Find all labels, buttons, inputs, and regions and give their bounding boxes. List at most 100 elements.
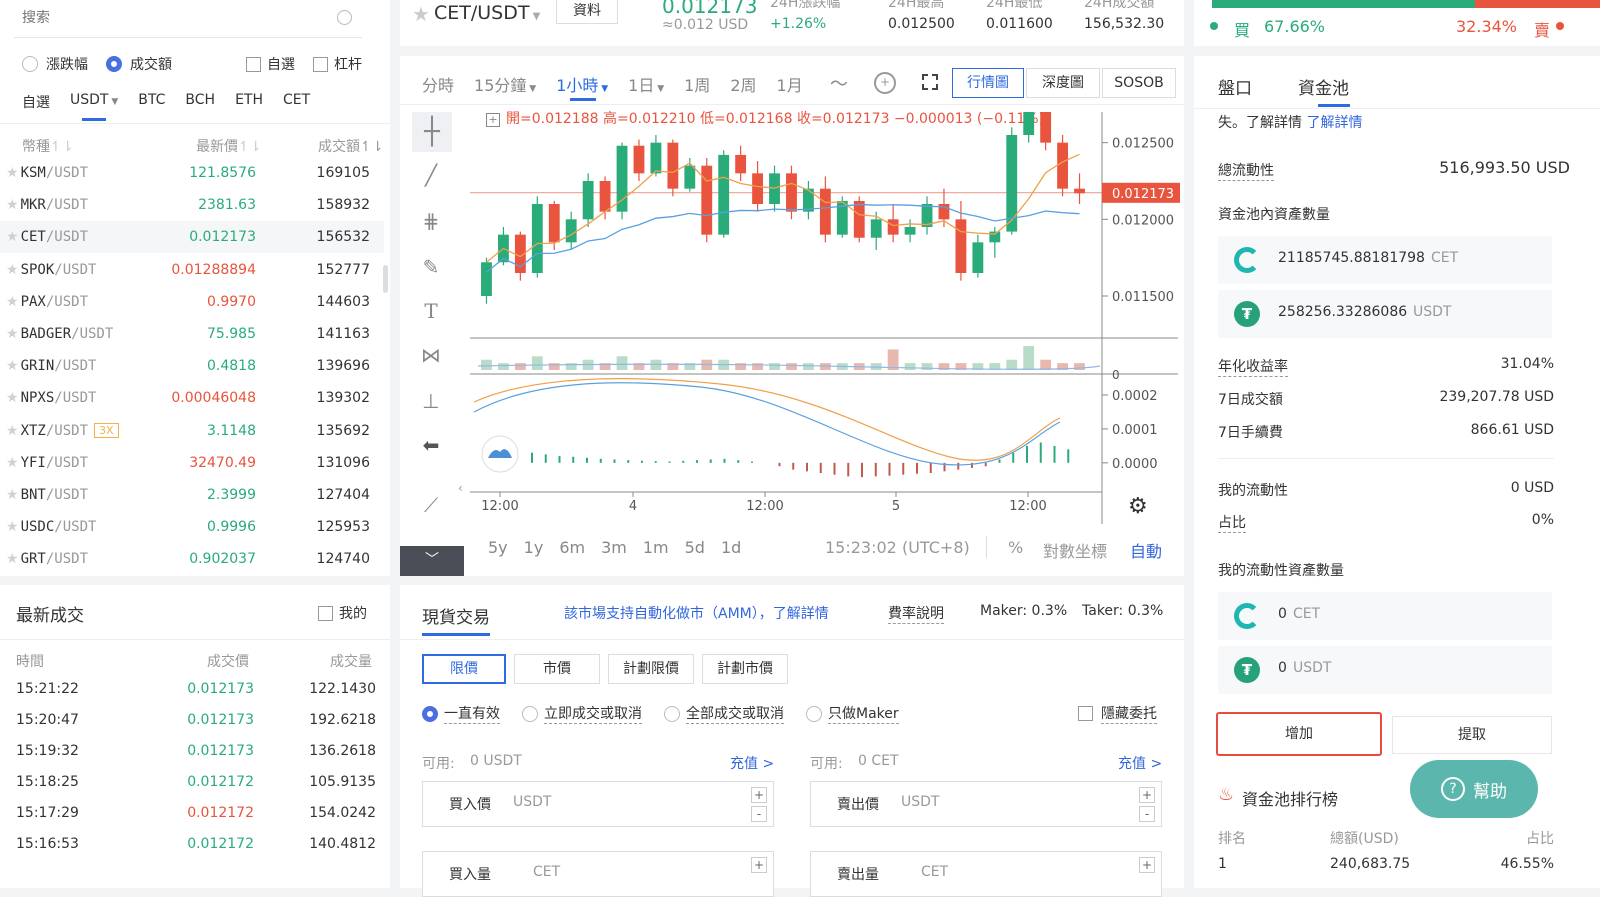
- market-row[interactable]: ★ NPXS/USDT 0.00046048 139302: [0, 382, 384, 414]
- help-button[interactable]: ? 幫助: [1410, 760, 1538, 818]
- market-row[interactable]: ★ KSM/USDT 121.8576 169105: [0, 157, 384, 189]
- header-volume[interactable]: 成交額↿⇂: [318, 136, 383, 156]
- tab-liquidity-pool[interactable]: 資金池: [1298, 74, 1350, 107]
- buy-price-field[interactable]: 買入價 USDT + -: [422, 781, 774, 827]
- favorite-star-icon[interactable]: ★: [6, 358, 19, 374]
- tif-radio[interactable]: [422, 705, 438, 722]
- add-liquidity-button[interactable]: 增加: [1216, 712, 1382, 756]
- favorite-star-icon[interactable]: ★: [6, 262, 19, 278]
- indicator-icon[interactable]: +: [874, 72, 896, 94]
- tab-usdt[interactable]: USDT ▼: [70, 92, 118, 121]
- withdraw-button[interactable]: 提取: [1392, 716, 1552, 754]
- order-type-tab[interactable]: 計劃限價: [608, 654, 694, 684]
- decrement-button[interactable]: -: [1139, 806, 1155, 822]
- spot-trade-tab[interactable]: 現貨交易: [422, 603, 490, 636]
- favorite-star-icon[interactable]: ★: [6, 294, 19, 310]
- market-row[interactable]: ★ XTZ/USDT 3X 3.1148 135692: [0, 415, 384, 447]
- settings-gear-icon[interactable]: ⚙: [1128, 494, 1148, 519]
- interval-tab[interactable]: 分時: [422, 72, 454, 98]
- rank-row[interactable]: 1 240,683.75 46.55%: [1218, 856, 1554, 880]
- pair-title[interactable]: CET/USDT ▼: [434, 2, 540, 24]
- scrollbar[interactable]: [383, 265, 388, 293]
- fib-tool-icon[interactable]: ⋕: [414, 204, 448, 238]
- order-type-tab[interactable]: 限價: [422, 654, 506, 684]
- view-tab[interactable]: 深度圖: [1026, 68, 1100, 98]
- market-row[interactable]: ★ YFI/USDT 32470.49 131096: [0, 447, 384, 479]
- search-input[interactable]: [14, 0, 314, 36]
- tif-radio[interactable]: [664, 705, 680, 722]
- favorite-star-icon[interactable]: ★: [6, 165, 19, 181]
- sell-amount-field[interactable]: 賣出量 CET +: [810, 851, 1162, 897]
- favorite-star-icon[interactable]: ★: [6, 551, 19, 567]
- fee-link[interactable]: 費率說明: [888, 603, 944, 624]
- range-tab[interactable]: 1y: [524, 538, 544, 557]
- buy-deposit-link[interactable]: 充值 >: [730, 753, 774, 773]
- volume-radio[interactable]: [106, 56, 122, 72]
- tab-orderbook[interactable]: 盤口: [1218, 74, 1252, 99]
- back-arrow-icon[interactable]: ⬅: [414, 428, 448, 462]
- favorite-star-icon[interactable]: ★: [6, 197, 19, 213]
- favorite-star-icon[interactable]: ★: [6, 390, 19, 406]
- change-radio[interactable]: [22, 56, 38, 72]
- log-scale-toggle[interactable]: 對數坐標: [1043, 538, 1107, 562]
- favorite-star-icon[interactable]: ★: [6, 326, 19, 342]
- chart-type-icon[interactable]: 〜: [830, 70, 848, 96]
- increment-button[interactable]: +: [751, 857, 767, 873]
- range-tab[interactable]: 5d: [685, 538, 705, 557]
- search-box[interactable]: [14, 0, 362, 38]
- info-button[interactable]: 資料: [556, 0, 618, 24]
- percent-toggle[interactable]: %: [1008, 538, 1023, 557]
- header-price[interactable]: 最新價↿⇂: [196, 136, 261, 156]
- market-row[interactable]: ★ BADGER/USDT 75.985 141163: [0, 318, 384, 350]
- search-icon[interactable]: [337, 10, 352, 25]
- header-pair[interactable]: 幣種↿⇂: [22, 136, 73, 156]
- tif-radio[interactable]: [522, 705, 538, 722]
- interval-tab[interactable]: 1月: [777, 72, 803, 98]
- trend-line-icon[interactable]: ╱: [414, 158, 448, 192]
- interval-tab[interactable]: 15分鐘 ▼: [474, 72, 536, 98]
- favorite-star-icon[interactable]: ★: [6, 519, 19, 535]
- text-tool-icon[interactable]: T: [414, 294, 448, 328]
- increment-button[interactable]: +: [1139, 857, 1155, 873]
- interval-tab[interactable]: 2周: [730, 72, 756, 98]
- learn-more-link[interactable]: 了解詳情: [1306, 115, 1362, 131]
- measure-icon[interactable]: ⊥: [414, 384, 448, 418]
- market-row[interactable]: ★ BNT/USDT 2.3999 127404: [0, 479, 384, 511]
- view-tab[interactable]: SOSOB: [1102, 68, 1176, 98]
- crosshair-icon[interactable]: ┼: [412, 112, 452, 152]
- ruler-icon[interactable]: ⟋: [414, 488, 448, 522]
- range-tab[interactable]: 6m: [559, 538, 585, 557]
- interval-tab[interactable]: 1日 ▼: [628, 72, 664, 98]
- leverage-checkbox[interactable]: [313, 56, 328, 72]
- brush-icon[interactable]: ✎: [414, 250, 448, 284]
- price-chart[interactable]: 0.012500 0.012000 0.011500 0.012173 0 0.0002 0…: [470, 112, 1184, 524]
- collapse-arrow-icon[interactable]: ‹: [458, 481, 463, 495]
- favorites-checkbox[interactable]: [246, 56, 261, 72]
- toolbar-collapse[interactable]: ﹀: [400, 546, 464, 576]
- tab-eth[interactable]: ETH: [235, 92, 263, 112]
- range-tab[interactable]: 5y: [488, 538, 508, 557]
- range-tab[interactable]: 3m: [601, 538, 627, 557]
- market-row[interactable]: ★ SPOK/USDT 0.01288894 152777: [0, 254, 384, 286]
- mine-checkbox[interactable]: [318, 605, 333, 621]
- favorite-star-icon[interactable]: ★: [412, 2, 430, 26]
- range-tab[interactable]: 1m: [643, 538, 669, 557]
- decrement-button[interactable]: -: [751, 806, 767, 822]
- market-row[interactable]: ★ MKR/USDT 2381.63 158932: [0, 189, 384, 221]
- sell-price-field[interactable]: 賣出價 USDT + -: [810, 781, 1162, 827]
- market-row[interactable]: ★ USDC/USDT 0.9996 125953: [0, 511, 384, 543]
- increment-button[interactable]: +: [751, 787, 767, 803]
- tab-bch[interactable]: BCH: [185, 92, 215, 112]
- market-row[interactable]: ★ GRIN/USDT 0.4818 139696: [0, 350, 384, 382]
- tab-favorites[interactable]: 自選: [22, 92, 50, 112]
- favorite-star-icon[interactable]: ★: [6, 229, 19, 245]
- hide-order-checkbox[interactable]: [1078, 706, 1093, 721]
- market-row[interactable]: ★ GRT/USDT 0.902037 124740: [0, 543, 384, 575]
- amm-notice-link[interactable]: 該市場支持自動化做市（AMM），了解詳情: [564, 603, 829, 623]
- favorite-star-icon[interactable]: ★: [6, 455, 19, 471]
- sell-deposit-link[interactable]: 充值 >: [1118, 753, 1162, 773]
- tab-btc[interactable]: BTC: [138, 92, 165, 112]
- fullscreen-icon[interactable]: [922, 74, 938, 90]
- market-row[interactable]: ★ CET/USDT 0.012173 156532: [0, 221, 384, 254]
- auto-scale-toggle[interactable]: 自動: [1130, 538, 1162, 562]
